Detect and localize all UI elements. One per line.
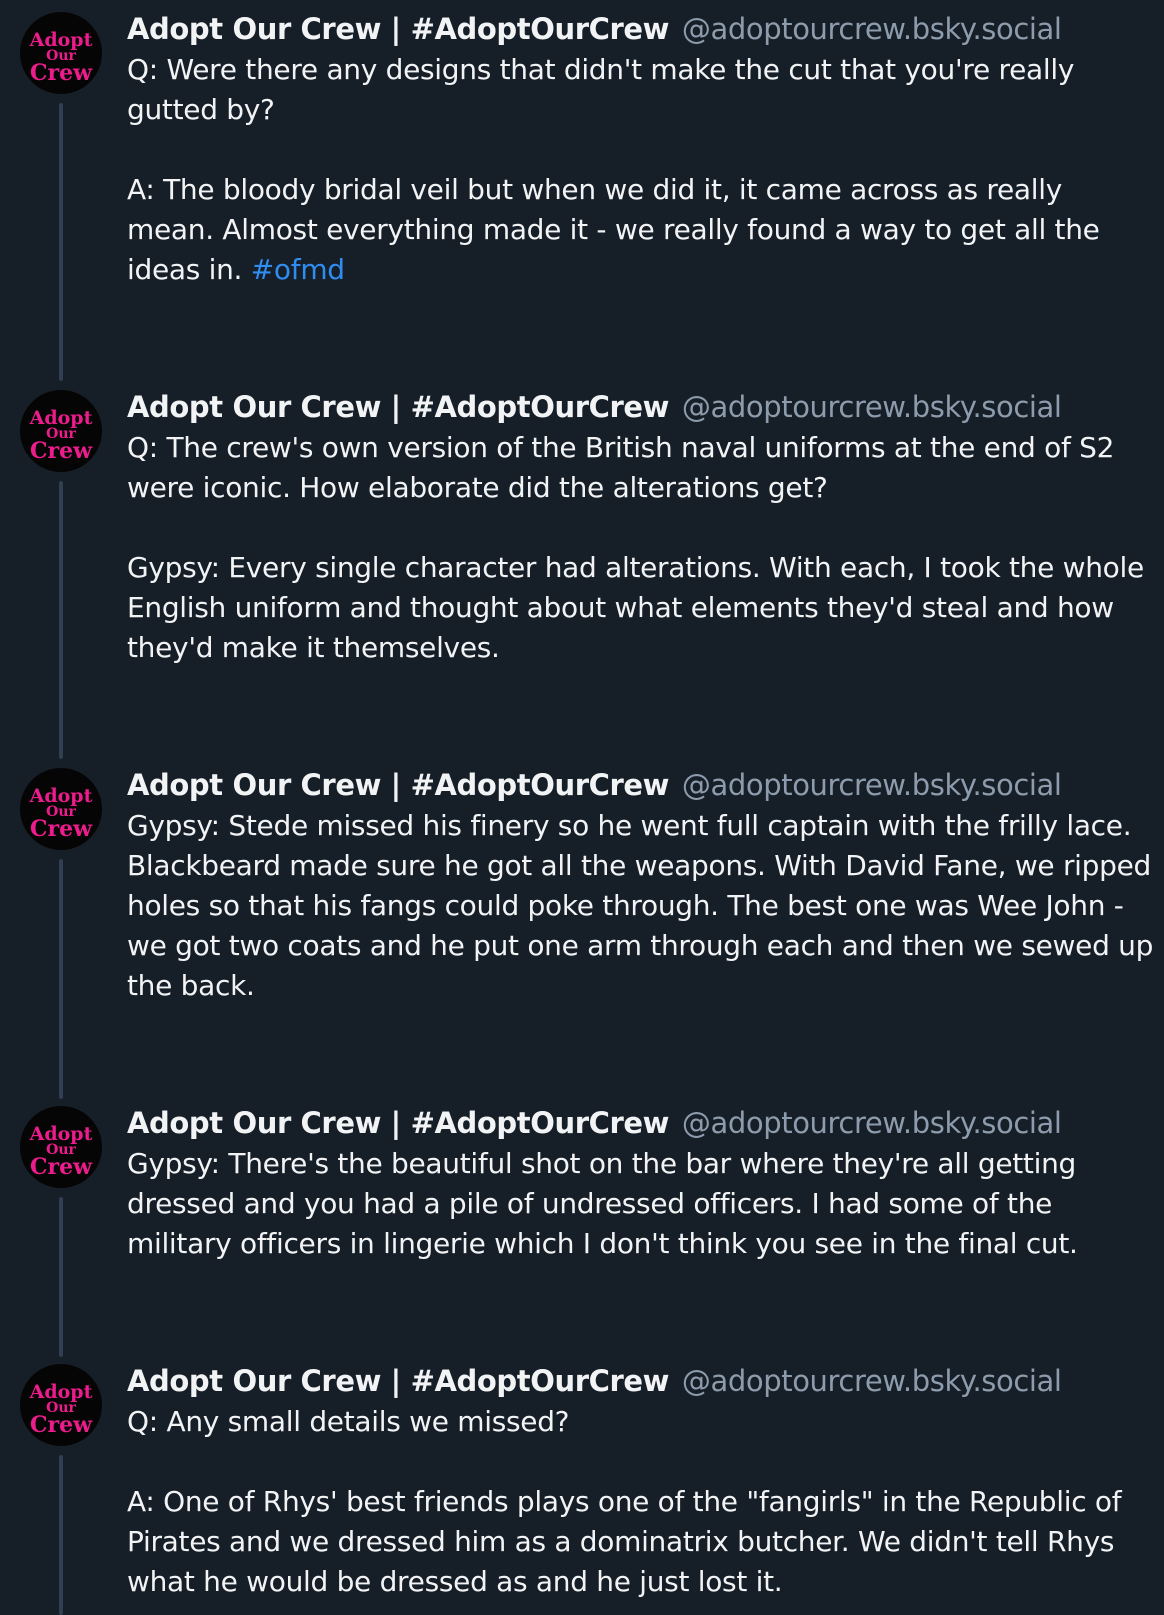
thread: Adopt Our Crew Adopt Our Crew | #AdoptOu… xyxy=(0,0,1164,1615)
handle[interactable]: @adoptourcrew.bsky.social xyxy=(682,1106,1062,1140)
post-header: Adopt Our Crew | #AdoptOurCrew @adoptour… xyxy=(127,8,1157,50)
handle[interactable]: @adoptourcrew.bsky.social xyxy=(682,1364,1062,1398)
avatar[interactable]: Adopt Our Crew xyxy=(20,1106,102,1188)
display-name[interactable]: Adopt Our Crew | #AdoptOurCrew xyxy=(127,1106,669,1140)
post-text: Q: The crew's own version of the British… xyxy=(127,428,1157,668)
post-paragraph: A: One of Rhys' best friends plays one o… xyxy=(127,1485,1122,1598)
handle[interactable]: @adoptourcrew.bsky.social xyxy=(682,390,1062,424)
display-name[interactable]: Adopt Our Crew | #AdoptOurCrew xyxy=(127,12,669,46)
avatar-logo: Adopt Our Crew xyxy=(29,1123,93,1180)
post-text: Gypsy: Stede missed his finery so he wen… xyxy=(127,806,1157,1006)
post-content: Adopt Our Crew | #AdoptOurCrew @adoptour… xyxy=(127,1360,1157,1602)
svg-text:Crew: Crew xyxy=(30,60,93,86)
hashtag-link[interactable]: #ofmd xyxy=(251,253,345,286)
svg-text:Crew: Crew xyxy=(30,438,93,464)
post-text: Gypsy: There's the beautiful shot on the… xyxy=(127,1144,1157,1264)
thread-connector-line xyxy=(59,1197,63,1357)
handle[interactable]: @adoptourcrew.bsky.social xyxy=(682,12,1062,46)
display-name[interactable]: Adopt Our Crew | #AdoptOurCrew xyxy=(127,390,669,424)
svg-text:Crew: Crew xyxy=(30,1154,93,1180)
post-header: Adopt Our Crew | #AdoptOurCrew @adoptour… xyxy=(127,1360,1157,1402)
display-name[interactable]: Adopt Our Crew | #AdoptOurCrew xyxy=(127,768,669,802)
post-paragraph: Gypsy: Every single character had altera… xyxy=(127,551,1144,664)
avatar-logo: Adopt Our Crew xyxy=(29,407,93,464)
post-content: Adopt Our Crew | #AdoptOurCrew @adoptour… xyxy=(127,8,1157,290)
svg-text:Crew: Crew xyxy=(30,1412,93,1438)
post-paragraph: Q: The crew's own version of the British… xyxy=(127,431,1115,504)
post-paragraph: A: The bloody bridal veil but when we di… xyxy=(127,173,1100,286)
avatar[interactable]: Adopt Our Crew xyxy=(20,390,102,472)
display-name[interactable]: Adopt Our Crew | #AdoptOurCrew xyxy=(127,1364,669,1398)
avatar[interactable]: Adopt Our Crew xyxy=(20,1364,102,1446)
svg-text:Crew: Crew xyxy=(30,816,93,842)
post-content: Adopt Our Crew | #AdoptOurCrew @adoptour… xyxy=(127,1102,1157,1264)
thread-connector-line xyxy=(59,481,63,759)
post-paragraph: Gypsy: Stede missed his finery so he wen… xyxy=(127,809,1154,1002)
post-paragraph: Gypsy: There's the beautiful shot on the… xyxy=(127,1147,1078,1260)
thread-connector-line xyxy=(59,859,63,1099)
avatar-logo: Adopt Our Crew xyxy=(29,1381,93,1438)
avatar[interactable]: Adopt Our Crew xyxy=(20,12,102,94)
avatar-logo: Adopt Our Crew xyxy=(29,29,93,86)
post-header: Adopt Our Crew | #AdoptOurCrew @adoptour… xyxy=(127,386,1157,428)
handle[interactable]: @adoptourcrew.bsky.social xyxy=(682,768,1062,802)
avatar[interactable]: Adopt Our Crew xyxy=(20,768,102,850)
post-paragraph: Q: Any small details we missed? xyxy=(127,1405,570,1438)
thread-connector-line xyxy=(59,1455,63,1615)
post-content: Adopt Our Crew | #AdoptOurCrew @adoptour… xyxy=(127,386,1157,668)
post-text: Q: Any small details we missed? A: One o… xyxy=(127,1402,1157,1602)
post-text: Q: Were there any designs that didn't ma… xyxy=(127,50,1157,290)
post-header: Adopt Our Crew | #AdoptOurCrew @adoptour… xyxy=(127,764,1157,806)
post-header: Adopt Our Crew | #AdoptOurCrew @adoptour… xyxy=(127,1102,1157,1144)
thread-connector-line xyxy=(59,103,63,381)
post-content: Adopt Our Crew | #AdoptOurCrew @adoptour… xyxy=(127,764,1157,1006)
avatar-logo: Adopt Our Crew xyxy=(29,785,93,842)
post-paragraph: Q: Were there any designs that didn't ma… xyxy=(127,53,1075,126)
